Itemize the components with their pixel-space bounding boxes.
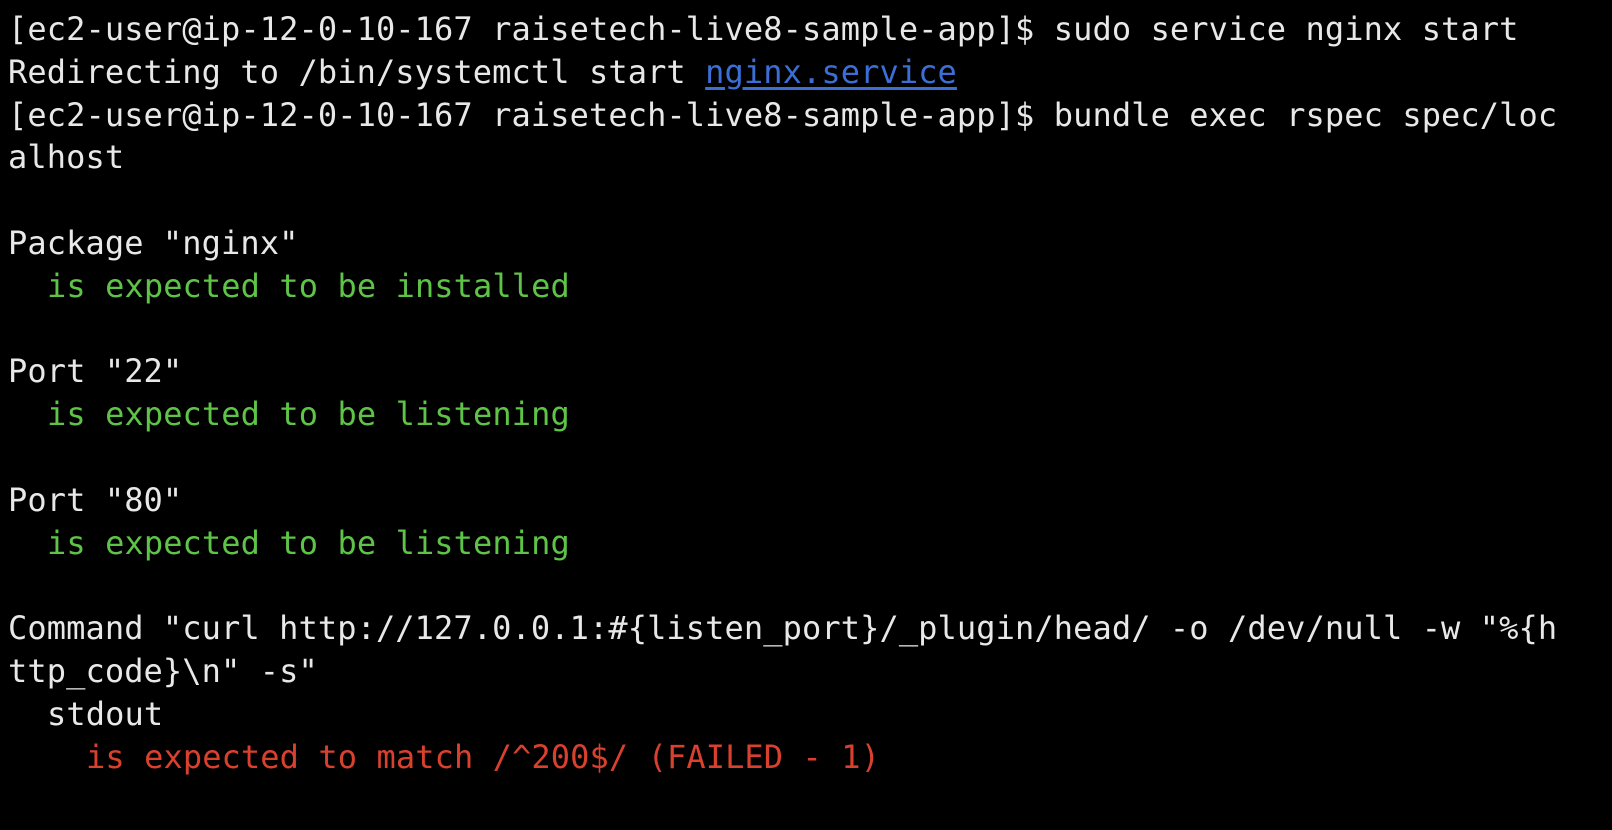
spec-group-command-curl: Command "curl http://127.0.0.1:#{listen_… <box>8 609 1558 648</box>
spec-result-installed-pass: is expected to be installed <box>47 266 570 305</box>
spec-group-command-curl-wrap: ttp_code}\n" -s" <box>8 651 318 690</box>
spec-subgroup-stdout: stdout <box>47 694 164 733</box>
spec-result-port22-pass: is expected to be listening <box>47 395 570 434</box>
terminal-window[interactable]: [ec2-user@ip-12-0-10-167 raisetech-live8… <box>0 0 1612 830</box>
nginx-service-link[interactable]: nginx.service <box>705 53 957 91</box>
command-line-rspec-wrap: alhost <box>8 138 125 177</box>
spec-group-package-nginx: Package "nginx" <box>8 223 299 262</box>
spec-group-port-80: Port "80" <box>8 480 183 519</box>
command-line-nginx-start: [ec2-user@ip-12-0-10-167 raisetech-live8… <box>8 10 1519 48</box>
output-redirecting-text: Redirecting to /bin/systemctl start <box>8 52 706 91</box>
spec-group-port-22: Port "22" <box>8 352 183 391</box>
command-line-rspec: [ec2-user@ip-12-0-10-167 raisetech-live8… <box>8 95 1558 134</box>
spec-result-match-failed: is expected to match /^200$/ (FAILED - 1… <box>86 737 880 776</box>
output-redirecting: Redirecting to /bin/systemctl start ngin… <box>8 51 1612 94</box>
spec-result-port80-pass: is expected to be listening <box>47 523 570 562</box>
